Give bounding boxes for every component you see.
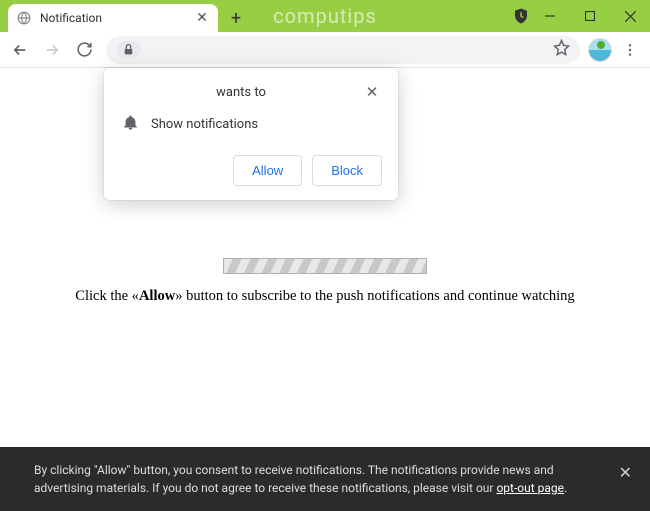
cookie-bar: By clicking "Allow" button, you consent … (0, 447, 650, 511)
tab-strip: Notification ✕ + (0, 0, 250, 32)
back-button[interactable] (6, 36, 34, 64)
globe-icon (16, 10, 32, 26)
allow-button[interactable]: Allow (233, 155, 302, 186)
instruction-prefix: Click the « (75, 288, 139, 304)
instruction-suffix: » button to subscribe to the push notifi… (175, 288, 575, 304)
toolbar (0, 32, 650, 68)
brand-watermark: computips (273, 4, 377, 28)
bookmark-icon[interactable] (553, 39, 570, 60)
browser-tab[interactable]: Notification ✕ (8, 4, 218, 32)
close-button[interactable] (610, 0, 650, 32)
titlebar: Notification ✕ + computips (0, 0, 650, 32)
tab-close-icon[interactable]: ✕ (194, 10, 210, 26)
cookie-text-a: By clicking "Allow" button, you consent … (34, 463, 554, 495)
progress-bar (223, 258, 427, 274)
dialog-header: wants to ✕ (120, 82, 382, 102)
maximize-button[interactable] (570, 0, 610, 32)
minimize-button[interactable] (530, 0, 570, 32)
site-info-button[interactable] (116, 41, 141, 58)
profile-avatar[interactable] (588, 38, 612, 62)
dialog-close-icon[interactable]: ✕ (362, 82, 382, 102)
dialog-title: wants to (120, 85, 362, 100)
window-controls (530, 0, 650, 32)
block-button[interactable]: Block (312, 155, 382, 186)
dialog-body: Show notifications (120, 114, 382, 135)
instruction-bold: Allow (139, 288, 175, 304)
page-content: wants to ✕ Show notifications Allow Bloc… (0, 68, 650, 511)
opt-out-link[interactable]: opt-out page (496, 481, 564, 495)
cookie-close-icon[interactable]: ✕ (619, 461, 632, 485)
menu-button[interactable] (616, 36, 644, 64)
tab-title: Notification (40, 11, 186, 25)
lock-icon (122, 43, 135, 56)
dialog-buttons: Allow Block (120, 155, 382, 186)
new-tab-button[interactable]: + (222, 4, 250, 32)
shield-icon[interactable] (512, 7, 530, 25)
reload-button[interactable] (70, 36, 98, 64)
cookie-text-b: . (564, 481, 567, 495)
forward-button[interactable] (38, 36, 66, 64)
permission-dialog: wants to ✕ Show notifications Allow Bloc… (104, 68, 398, 200)
instruction-text: Click the «Allow» button to subscribe to… (0, 288, 650, 305)
dialog-body-text: Show notifications (151, 117, 258, 132)
address-bar[interactable] (106, 36, 580, 64)
bell-icon (122, 114, 139, 135)
